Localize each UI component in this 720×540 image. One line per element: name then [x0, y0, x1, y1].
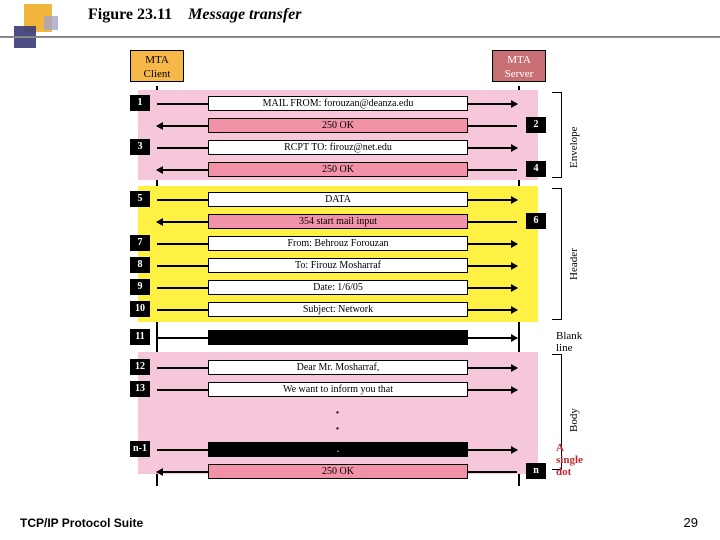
message-box: 354 start mail input: [208, 214, 468, 229]
figure-title: Figure 23.11 Message transfer: [88, 6, 302, 24]
ellipsis-dots: ···: [330, 406, 346, 454]
exchange-row-10: 10 Subject: Network: [120, 300, 556, 319]
page-number: 29: [684, 515, 698, 530]
step-number: 9: [130, 279, 150, 295]
message-box: 250 OK: [208, 464, 468, 479]
step-number: 3: [130, 139, 150, 155]
step-number: 7: [130, 235, 150, 251]
step-number: 11: [130, 329, 150, 345]
message-box: Date: 1/6/05: [208, 280, 468, 295]
mta-server-l2: Server: [505, 68, 534, 80]
step-number: n: [526, 463, 546, 479]
label-blank-line: Blank line: [556, 330, 590, 354]
step-number: n-1: [130, 441, 150, 457]
message-box: Subject: Network: [208, 302, 468, 317]
message-box: [208, 330, 468, 345]
message-box: We want to inform you that: [208, 382, 468, 397]
step-number: 12: [130, 359, 150, 375]
exchange-row-9: 9 Date: 1/6/05: [120, 278, 556, 297]
exchange-row-7: 7 From: Behrouz Forouzan: [120, 234, 556, 253]
exchange-row-3: 3 RCPT TO: firouz@net.edu: [120, 138, 556, 157]
exchange-row-1: 1 MAIL FROM: forouzan@deanza.edu: [120, 94, 556, 113]
exchange-row-4: 4 250 OK: [120, 160, 556, 179]
step-number: 4: [526, 161, 546, 177]
title-rule: [0, 36, 720, 38]
message-box: From: Behrouz Forouzan: [208, 236, 468, 251]
figure-name: Message transfer: [176, 6, 301, 23]
label-single-dot: A single dot: [556, 442, 590, 478]
message-box: 250 OK: [208, 162, 468, 177]
mta-client-l1: MTA: [145, 54, 169, 66]
mta-server-node: MTA Server: [492, 50, 546, 82]
bracket-header: [552, 188, 562, 320]
step-number: 2: [526, 117, 546, 133]
exchange-row-13: 13 We want to inform you that: [120, 380, 556, 399]
slide-deco-square-3: [44, 16, 58, 30]
step-number: 8: [130, 257, 150, 273]
message-box: MAIL FROM: forouzan@deanza.edu: [208, 96, 468, 111]
figure-number: Figure 23.11: [88, 6, 172, 23]
label-body: Body: [568, 408, 580, 432]
exchange-row-12: 12 Dear Mr. Mosharraf,: [120, 358, 556, 377]
footer-text: TCP/IP Protocol Suite: [20, 516, 143, 530]
message-box: RCPT TO: firouz@net.edu: [208, 140, 468, 155]
exchange-row-8: 8 To: Firouz Mosharraf: [120, 256, 556, 275]
exchange-row-5: 5 DATA: [120, 190, 556, 209]
label-envelope: Envelope: [568, 126, 580, 168]
exchange-row-11: 11: [120, 328, 556, 347]
mta-client-l2: Client: [144, 68, 171, 80]
exchange-row-n: n 250 OK: [120, 462, 556, 481]
message-box: 250 OK: [208, 118, 468, 133]
message-box: Dear Mr. Mosharraf,: [208, 360, 468, 375]
exchange-row-6: 6 354 start mail input: [120, 212, 556, 231]
step-number: 10: [130, 301, 150, 317]
message-transfer-diagram: MTA Client MTA Server 1 MAIL FROM: forouz…: [120, 46, 590, 496]
bracket-envelope: [552, 92, 562, 178]
step-number: 1: [130, 95, 150, 111]
message-box: To: Firouz Mosharraf: [208, 258, 468, 273]
message-box: DATA: [208, 192, 468, 207]
mta-client-node: MTA Client: [130, 50, 184, 82]
label-header: Header: [568, 248, 580, 280]
exchange-row-2: 2 250 OK: [120, 116, 556, 135]
mta-server-l1: MTA: [507, 54, 531, 66]
step-number: 13: [130, 381, 150, 397]
step-number: 6: [526, 213, 546, 229]
step-number: 5: [130, 191, 150, 207]
